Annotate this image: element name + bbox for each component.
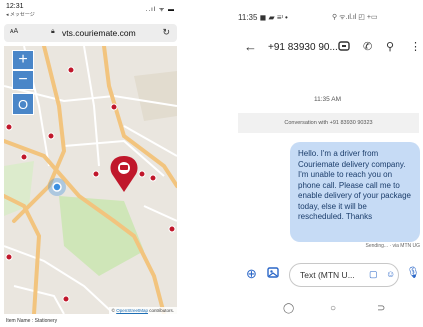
vehicle-marker: [149, 174, 157, 182]
home-icon[interactable]: ○: [330, 303, 336, 314]
vehicle-marker: [138, 170, 146, 178]
vehicle-marker: [20, 153, 28, 161]
video-icon[interactable]: [338, 40, 350, 55]
attribution-suffix: contributors.: [147, 308, 174, 313]
url-text: vts.couriemate.com: [62, 28, 136, 38]
sent-status: Sending... · via MTN UG: [365, 243, 420, 249]
vehicle-marker: [92, 170, 100, 178]
status-time: 11:35: [238, 13, 258, 22]
sms-phone-screen: 11:35 ◼ ▰ ≡ᶦ • ⚲ ᯤ.ıl.ıl ◰ +▭ ← +91 8393…: [232, 0, 423, 327]
map-view[interactable]: + − O © OpenStreetMap contributors.: [4, 46, 177, 314]
search-icon[interactable]: ⚲: [386, 40, 394, 53]
text-size-button[interactable]: ᴀA: [10, 28, 18, 35]
recents-icon[interactable]: ◯: [283, 303, 294, 314]
message-bubble[interactable]: Hello. I'm a driver from Couriemate deli…: [290, 142, 420, 242]
zoom-out-button[interactable]: −: [12, 70, 34, 90]
vehicle-marker: [5, 123, 13, 131]
zoom-in-button[interactable]: +: [12, 50, 34, 70]
status-time: 12:31: [6, 3, 24, 10]
lock-icon: 🔒︎: [51, 28, 55, 35]
current-location-dot: [52, 182, 62, 192]
zoom-controls: + − O: [12, 50, 34, 115]
message-placeholder: Text (MTN U...: [300, 270, 355, 280]
status-left-icons: ◼ ▰ ≡ᶦ •: [259, 13, 288, 22]
browser-url-bar[interactable]: ᴀA 🔒︎ vts.couriemate.com ↻: [4, 24, 177, 42]
status-right-icons: ⚲ ᯤ.ıl.ıl ◰ +▭: [332, 14, 378, 21]
gallery-icon[interactable]: [267, 266, 280, 282]
status-bar-left: 11:35 ◼ ▰ ≡ᶦ •: [238, 13, 288, 22]
back-icon[interactable]: ⊃: [377, 303, 385, 314]
vehicle-marker: [5, 253, 13, 261]
status-bar-left: 12:31 ◂ メッセージ: [6, 3, 35, 19]
mic-icon[interactable]: 🎙︎: [406, 266, 420, 279]
message-date: 11:35 AM: [314, 96, 341, 103]
vehicle-marker: [110, 103, 118, 111]
vehicle-marker: [47, 132, 55, 140]
vehicle-marker: [67, 66, 75, 74]
vehicle-marker: [62, 295, 70, 303]
reload-icon[interactable]: ↻: [162, 27, 170, 38]
openstreetmap-link[interactable]: OpenStreetMap: [116, 308, 148, 313]
compose-bar: ⊕ Text (MTN U... ▢ ☺ 🎙︎: [232, 263, 423, 287]
back-to-messages-label[interactable]: ◂ メッセージ: [6, 11, 35, 19]
status-icons: ..ıl ᯤ ▬: [145, 7, 175, 13]
vehicle-marker: [168, 225, 176, 233]
map-attribution: © OpenStreetMap contributors.: [108, 307, 177, 314]
phone-icon[interactable]: ✆: [363, 40, 372, 53]
back-arrow-icon[interactable]: ←: [244, 39, 257, 54]
item-name-label: Item Name : Stationery: [6, 318, 58, 324]
system-navigation-bar: ◯ ○ ⊃: [232, 303, 423, 319]
attach-icon[interactable]: ▢: [369, 269, 378, 280]
message-input[interactable]: Text (MTN U... ▢ ☺: [289, 263, 399, 287]
add-icon[interactable]: ⊕: [246, 266, 257, 282]
conversation-banner: Conversation with +91 83930 90323: [238, 113, 419, 133]
more-vert-icon[interactable]: ⋮: [410, 40, 421, 53]
conversation-header: ← +91 83930 90... ✆ ⚲ ⋮: [232, 38, 423, 58]
locate-button[interactable]: O: [12, 93, 34, 115]
map-phone-screen: 12:31 ◂ メッセージ ..ıl ᯤ ▬ ᴀA 🔒︎ vts.couriem…: [0, 0, 181, 327]
emoji-icon[interactable]: ☺: [386, 269, 395, 279]
contact-number[interactable]: +91 83930 90...: [268, 42, 338, 53]
